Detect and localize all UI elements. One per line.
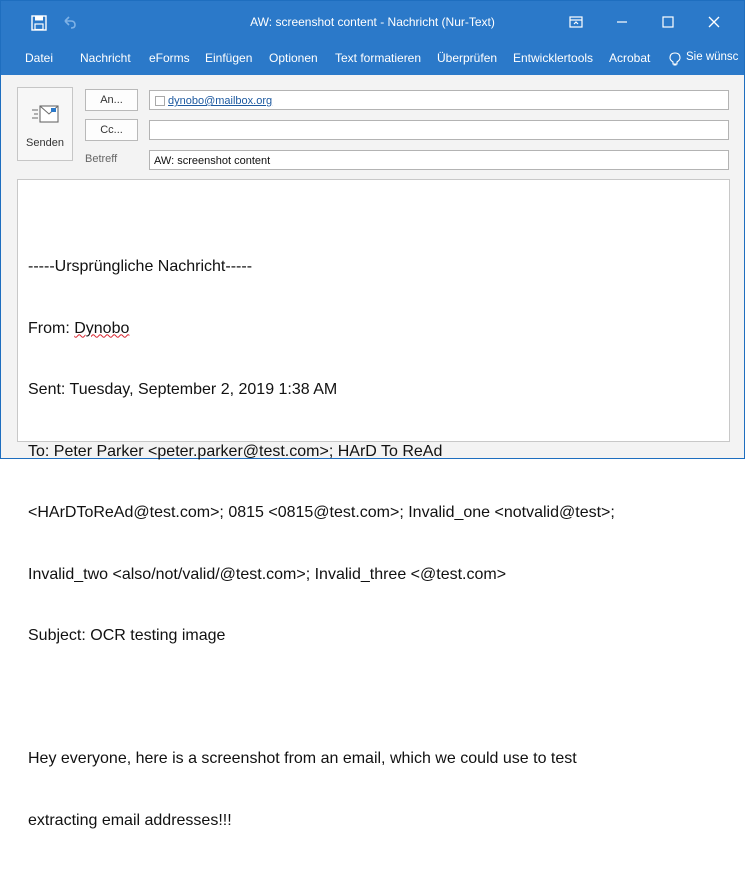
to-recipient[interactable]: dynobo@mailbox.org xyxy=(168,95,272,107)
send-button[interactable]: Senden xyxy=(17,87,73,161)
recipient-checkbox[interactable] xyxy=(155,96,165,106)
tab-optionen[interactable]: Optionen xyxy=(269,51,318,65)
tab-einfuegen[interactable]: Einfügen xyxy=(205,51,252,65)
title-bar: AW: screenshot content - Nachricht (Nur-… xyxy=(1,1,744,45)
to-field[interactable]: dynobo@mailbox.org xyxy=(149,90,729,110)
cc-field[interactable] xyxy=(149,120,729,140)
message-body[interactable]: -----Ursprüngliche Nachricht----- From: … xyxy=(17,179,730,829)
minimize-icon[interactable] xyxy=(599,7,645,37)
send-envelope-icon xyxy=(32,104,60,131)
tab-nachricht[interactable]: Nachricht xyxy=(80,51,131,65)
body-line: extracting email addresses!!! xyxy=(28,811,232,829)
body-line: <HArDToReAd@test.com>; 0815 <0815@test.c… xyxy=(28,504,615,521)
tab-ueberpruefen[interactable]: Überprüfen xyxy=(437,51,497,65)
body-line: Sent: Tuesday, September 2, 2019 1:38 AM xyxy=(28,381,338,398)
tab-text-formatieren[interactable]: Text formatieren xyxy=(335,51,421,65)
tab-acrobat[interactable]: Acrobat xyxy=(609,51,650,65)
misspelled-word: Dynobo xyxy=(74,319,130,337)
body-line: Subject: OCR testing image xyxy=(28,627,226,644)
tell-me-search[interactable]: Sie wünsc xyxy=(686,51,738,63)
ribbon-tabs: Datei Nachricht eForms Einfügen Optionen… xyxy=(1,45,744,75)
subject-label: Betreff xyxy=(85,153,118,165)
tab-datei[interactable]: Datei xyxy=(25,51,53,65)
subject-value: AW: screenshot content xyxy=(154,155,271,167)
outlook-message-window: AW: screenshot content - Nachricht (Nur-… xyxy=(0,0,745,829)
send-label: Senden xyxy=(26,137,64,149)
close-icon[interactable] xyxy=(691,7,737,37)
tab-eforms[interactable]: eForms xyxy=(149,51,190,65)
to-button[interactable]: An... xyxy=(85,89,138,111)
body-line: -----Ursprüngliche Nachricht----- xyxy=(28,258,253,275)
maximize-icon[interactable] xyxy=(645,7,691,37)
body-line: From: Dynobo xyxy=(28,319,130,337)
lightbulb-icon xyxy=(669,52,681,71)
ribbon-display-options-icon[interactable] xyxy=(553,7,599,37)
body-line: Invalid_two <also/not/valid/@test.com>; … xyxy=(28,565,507,583)
body-line: Hey everyone, here is a screenshot from … xyxy=(28,750,577,767)
subject-field[interactable]: AW: screenshot content xyxy=(149,150,729,170)
cc-button[interactable]: Cc... xyxy=(85,119,138,141)
message-body-text: -----Ursprüngliche Nachricht----- From: … xyxy=(28,216,615,872)
body-line xyxy=(28,688,615,709)
tab-entwicklertools[interactable]: Entwicklertools xyxy=(513,51,593,65)
